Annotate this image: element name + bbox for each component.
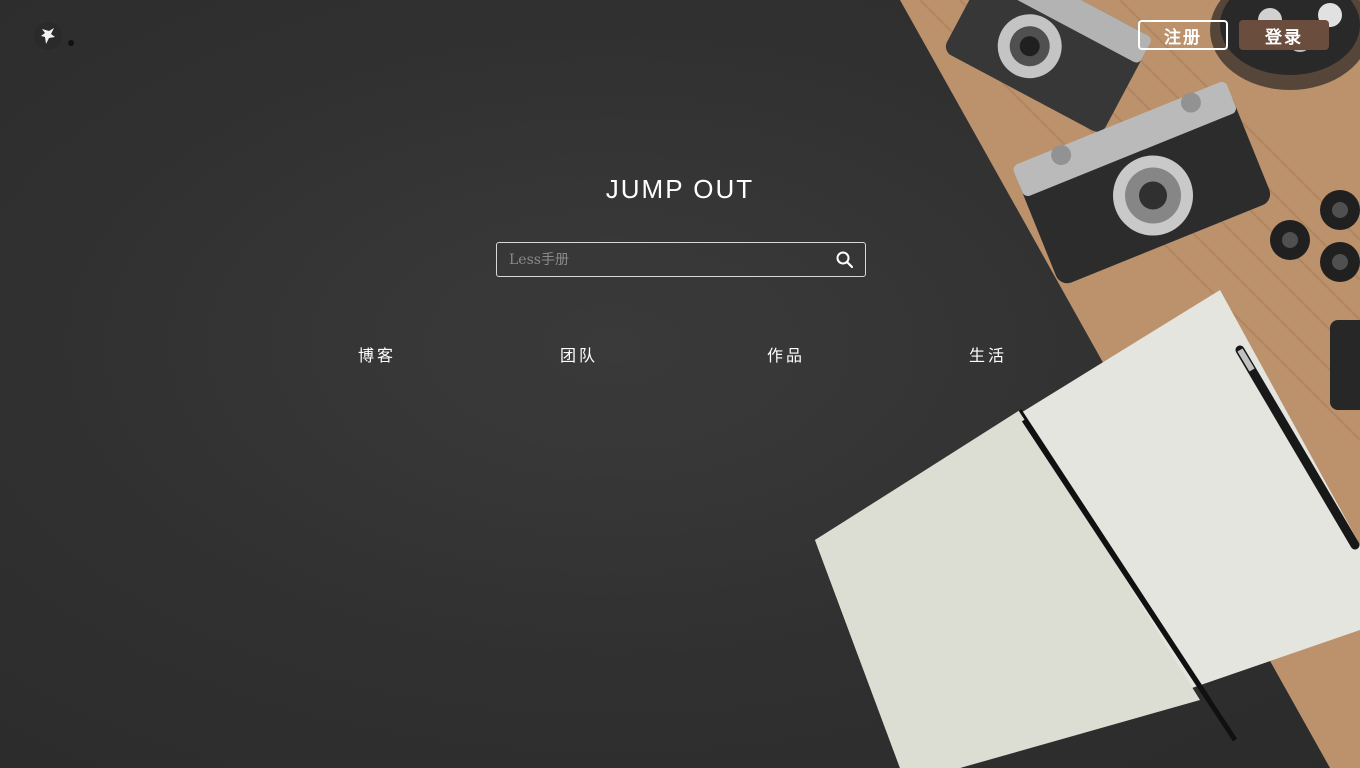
site-logo[interactable] (34, 22, 74, 50)
search-input[interactable] (497, 243, 827, 276)
register-button[interactable]: 注册 (1138, 20, 1228, 50)
fox-logo-icon (34, 22, 62, 50)
nav-item-works[interactable]: 作品 (767, 342, 805, 366)
search-icon[interactable] (835, 250, 855, 270)
nav-item-blog[interactable]: 博客 (358, 342, 396, 366)
background-desk-photo (0, 0, 1360, 768)
logo-dot (68, 40, 74, 46)
login-button[interactable]: 登录 (1239, 20, 1329, 50)
search-box (496, 242, 866, 277)
nav-item-team[interactable]: 团队 (560, 342, 598, 366)
nav-item-life[interactable]: 生活 (969, 342, 1007, 366)
page-title: JUMP OUT (605, 174, 755, 204)
